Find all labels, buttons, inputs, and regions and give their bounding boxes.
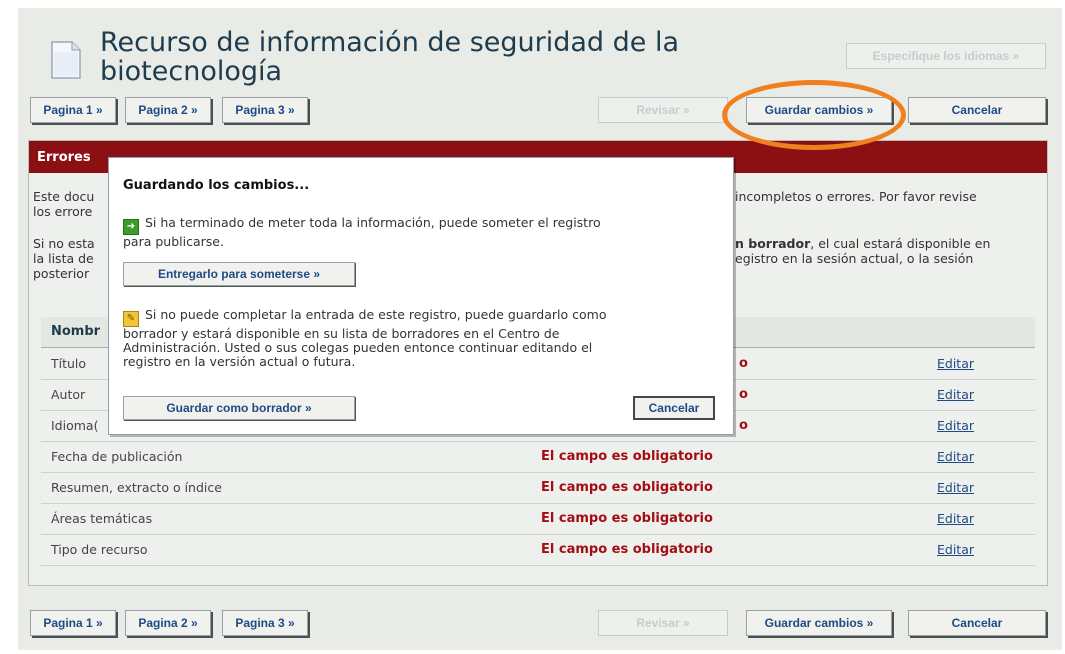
cancel-button-bottom[interactable]: Cancelar bbox=[908, 610, 1046, 636]
draft-description: ✎ Si no puede completar la entrada de est… bbox=[123, 308, 606, 369]
draft-bold: n borrador bbox=[735, 236, 811, 251]
edit-link[interactable]: Editar bbox=[937, 418, 974, 433]
table-row: Fecha de publicación El campo es obligat… bbox=[41, 441, 1035, 473]
submit-text-1: Si ha terminado de meter toda la informa… bbox=[145, 215, 601, 230]
specify-languages-button[interactable]: Especifique los idiomas » bbox=[846, 43, 1046, 69]
draft-info-right: n borrador, el cual estará disponible en… bbox=[735, 236, 990, 266]
row-message: o bbox=[739, 356, 748, 371]
pencil-icon: ✎ bbox=[123, 311, 139, 327]
draft-info-left-2: la lista de bbox=[33, 251, 94, 266]
errors-text-right: incompletos o errores. Por favor revise bbox=[735, 189, 977, 204]
table-row: Áreas temáticas El campo es obligatorio … bbox=[41, 503, 1035, 535]
row-message: o bbox=[739, 418, 748, 433]
document-icon bbox=[51, 41, 81, 79]
row-message: El campo es obligatorio bbox=[541, 542, 713, 557]
page-1-button-bottom[interactable]: Pagina 1 » bbox=[30, 610, 116, 636]
edit-link[interactable]: Editar bbox=[937, 480, 974, 495]
row-label: Título bbox=[51, 356, 87, 371]
page-2-button[interactable]: Pagina 2 » bbox=[125, 97, 211, 123]
row-message: o bbox=[739, 387, 748, 402]
edit-link[interactable]: Editar bbox=[937, 542, 974, 557]
row-label: Resumen, extracto o índice bbox=[51, 480, 222, 495]
draft-text-2: borrador y estará disponible en su lista… bbox=[123, 326, 560, 341]
table-row: Tipo de recurso El campo es obligatorio … bbox=[41, 534, 1035, 566]
save-as-draft-button[interactable]: Guardar como borrador » bbox=[123, 396, 355, 420]
draft-info-right-2: egistro en la sesión actual, o la sesión bbox=[735, 251, 974, 266]
review-button[interactable]: Revisar » bbox=[598, 97, 728, 123]
row-message: El campo es obligatorio bbox=[541, 449, 713, 464]
col-name-header: Nombr bbox=[51, 324, 101, 339]
edit-link[interactable]: Editar bbox=[937, 511, 974, 526]
saving-dialog: Guardando los cambios... ➜ Si ha terminad… bbox=[108, 157, 734, 435]
page-2-button-bottom[interactable]: Pagina 2 » bbox=[125, 610, 211, 636]
submit-description: ➜ Si ha terminado de meter toda la inform… bbox=[123, 216, 601, 249]
edit-link[interactable]: Editar bbox=[937, 387, 974, 402]
page-title-line1: Recurso de información de seguridad de l… bbox=[100, 27, 680, 58]
errors-text-left-2: los errore bbox=[33, 204, 93, 219]
row-message: El campo es obligatorio bbox=[541, 511, 713, 526]
page-1-button[interactable]: Pagina 1 » bbox=[30, 97, 116, 123]
draft-info-left: Si no esta la lista de posterior bbox=[33, 236, 95, 281]
cancel-button[interactable]: Cancelar bbox=[908, 97, 1046, 123]
edit-link[interactable]: Editar bbox=[937, 356, 974, 371]
submit-for-publication-button[interactable]: Entregarlo para someterse » bbox=[123, 262, 355, 286]
row-label: Autor bbox=[51, 387, 86, 402]
review-button-bottom[interactable]: Revisar » bbox=[598, 610, 728, 636]
draft-text-3: Administración. Usted o sus colegas pued… bbox=[123, 340, 593, 355]
dialog-cancel-button[interactable]: Cancelar bbox=[633, 396, 715, 420]
edit-link[interactable]: Editar bbox=[937, 449, 974, 464]
highlight-ring bbox=[722, 80, 906, 150]
page-title-line2: biotecnología bbox=[100, 56, 283, 87]
row-label: Tipo de recurso bbox=[51, 542, 148, 557]
errors-text-left: Este docu los errore bbox=[33, 189, 94, 219]
errors-text-left-1: Este docu bbox=[33, 189, 95, 204]
page-3-button-bottom[interactable]: Pagina 3 » bbox=[222, 610, 308, 636]
draft-text-4: registro en la versión actual o futura. bbox=[123, 354, 356, 369]
row-label: Áreas temáticas bbox=[51, 511, 153, 526]
submit-arrow-icon: ➜ bbox=[123, 219, 139, 235]
row-label: Idioma( bbox=[51, 418, 99, 433]
draft-info-left-3: posterior bbox=[33, 266, 90, 281]
save-changes-button-bottom[interactable]: Guardar cambios » bbox=[746, 610, 892, 636]
row-message: El campo es obligatorio bbox=[541, 480, 713, 495]
page-3-button[interactable]: Pagina 3 » bbox=[222, 97, 308, 123]
draft-info-left-1: Si no esta bbox=[33, 236, 95, 251]
dialog-title: Guardando los cambios... bbox=[123, 178, 310, 193]
row-label: Fecha de publicación bbox=[51, 449, 183, 464]
submit-text-2: para publicarse. bbox=[123, 234, 224, 249]
page-title: Recurso de información de seguridad de l… bbox=[100, 28, 679, 86]
draft-info-right-1: , el cual estará disponible en bbox=[810, 236, 991, 251]
draft-text-1: Si no puede completar la entrada de este… bbox=[145, 307, 607, 322]
table-row: Resumen, extracto o índice El campo es o… bbox=[41, 472, 1035, 504]
